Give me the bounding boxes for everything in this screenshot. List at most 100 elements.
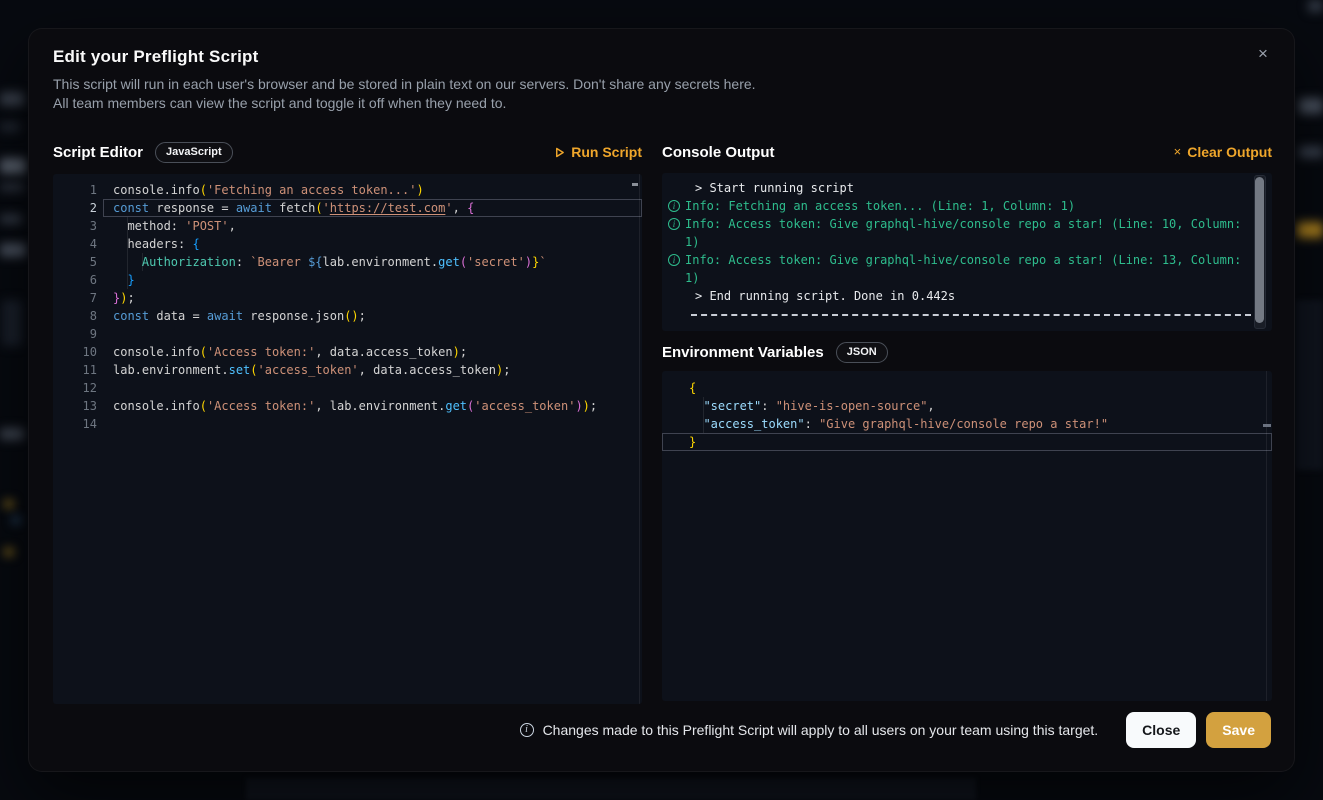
- code-token: "secret": [703, 399, 761, 413]
- code-token: Authorization: [142, 255, 236, 269]
- backdrop-fragment: [0, 428, 24, 440]
- line-number: 1: [53, 181, 97, 199]
- env-scrollbar-track[interactable]: [1266, 371, 1267, 701]
- save-button[interactable]: Save: [1206, 712, 1271, 748]
- code-token: ': [323, 201, 330, 215]
- code-token: (: [200, 345, 207, 359]
- info-circle-icon: i: [668, 200, 680, 212]
- clear-icon: ×: [1174, 144, 1182, 159]
- code-token: get: [438, 255, 460, 269]
- backdrop-fragment: [0, 182, 24, 192]
- info-circle-icon: i: [668, 251, 685, 266]
- code-token: {: [689, 381, 696, 395]
- line-number: 11: [53, 361, 97, 379]
- code-token: ,: [927, 399, 934, 413]
- code-token: , lab.environment.: [315, 399, 445, 413]
- indent-guide: [127, 217, 128, 289]
- code-token: ${: [308, 255, 322, 269]
- code-token: lab.environment.: [113, 363, 229, 377]
- code-line[interactable]: 1console.info('Fetching an access token.…: [53, 181, 642, 199]
- backdrop-fragment: [0, 214, 22, 224]
- code-line[interactable]: 2const response = await fetch('https://t…: [53, 199, 642, 217]
- code-token: ;: [127, 291, 134, 305]
- code-line[interactable]: 8const data = await response.json();: [53, 307, 642, 325]
- line-number: 3: [53, 217, 97, 235]
- code-token: set: [229, 363, 251, 377]
- script-code-editor[interactable]: 1console.info('Fetching an access token.…: [53, 174, 642, 704]
- code-token: ;: [460, 345, 467, 359]
- code-line[interactable]: 10console.info('Access token:', data.acc…: [53, 343, 642, 361]
- console-separator: [691, 314, 1251, 316]
- code-line[interactable]: 4 headers: {: [53, 235, 642, 253]
- info-circle-icon: i: [668, 197, 685, 212]
- code-line[interactable]: "secret": "hive-is-open-source",: [662, 397, 1272, 415]
- footer-notice: i Changes made to this Preflight Script …: [520, 722, 1099, 738]
- code-token: (: [250, 363, 257, 377]
- code-token: 'access_token': [474, 399, 575, 413]
- info-circle-icon: i: [668, 254, 680, 266]
- console-line-text: > Start running script: [695, 179, 1243, 197]
- console-line: > Start running script: [668, 179, 1272, 197]
- environment-variables-editor[interactable]: { "secret": "hive-is-open-source", "acce…: [662, 371, 1272, 701]
- code-token: :: [805, 417, 819, 431]
- code-token: , data.access_token: [359, 363, 496, 377]
- code-token: ): [525, 255, 532, 269]
- backdrop-fragment: [1299, 146, 1323, 158]
- backdrop-fragment: [2, 300, 22, 346]
- overview-ruler-mark: [632, 183, 638, 186]
- code-line[interactable]: 9: [53, 325, 642, 343]
- modal-close-icon[interactable]: ×: [1250, 41, 1276, 67]
- code-token: ;: [359, 309, 366, 323]
- code-token: ': [445, 201, 452, 215]
- code-token: https://test.com: [330, 201, 446, 215]
- code-token: , data.access_token: [315, 345, 452, 359]
- info-circle-icon: i: [668, 218, 680, 230]
- run-script-button[interactable]: Run Script: [554, 144, 642, 160]
- code-line[interactable]: 3 method: 'POST',: [53, 217, 642, 235]
- line-number: 12: [53, 379, 97, 397]
- code-line[interactable]: "access_token": "Give graphql-hive/conso…: [662, 415, 1272, 433]
- code-token: console.info: [113, 345, 200, 359]
- environment-variables-heading: Environment Variables: [662, 344, 824, 361]
- code-line[interactable]: 6 }: [53, 271, 642, 289]
- console-output-panel[interactable]: > Start running script i Info: Fetching an…: [662, 173, 1272, 331]
- line-number: 7: [53, 289, 97, 307]
- editor-scrollbar-track[interactable]: [639, 174, 640, 704]
- modal-footer: i Changes made to this Preflight Script …: [53, 711, 1271, 749]
- play-icon: [554, 147, 565, 158]
- code-token: ): [416, 183, 423, 197]
- indent-guide: [142, 253, 143, 271]
- line-number: 13: [53, 397, 97, 415]
- code-token: {: [467, 201, 474, 215]
- code-token: const: [113, 201, 149, 215]
- console-line-text: Info: Access token: Give graphql-hive/co…: [685, 251, 1247, 287]
- code-token: :: [761, 399, 775, 413]
- code-token: "access_token": [703, 417, 804, 431]
- console-line: > End running script. Done in 0.442s: [668, 287, 1272, 305]
- backdrop-fragment: [4, 500, 14, 508]
- line-number: 4: [53, 235, 97, 253]
- code-token: }: [689, 435, 696, 449]
- code-line[interactable]: 12: [53, 379, 642, 397]
- code-token: [689, 417, 703, 431]
- description-line-2: All team members can view the script and…: [53, 94, 756, 113]
- code-token: 'Fetching an access token...': [207, 183, 417, 197]
- clear-output-button[interactable]: × Clear Output: [1174, 144, 1272, 160]
- console-scrollbar-thumb[interactable]: [1255, 177, 1264, 323]
- code-line[interactable]: 13console.info('Access token:', lab.envi…: [53, 397, 642, 415]
- console-line-text: Info: Fetching an access token... (Line:…: [685, 197, 1247, 215]
- code-line[interactable]: }: [662, 433, 1272, 451]
- code-line[interactable]: {: [662, 379, 1272, 397]
- code-token: 'access_token': [258, 363, 359, 377]
- code-line[interactable]: 7});: [53, 289, 642, 307]
- code-token: "Give graphql-hive/console repo a star!": [819, 417, 1108, 431]
- code-token: method:: [113, 219, 185, 233]
- output-section: Console Output × Clear Output > Start ru…: [662, 139, 1272, 701]
- info-icon: i: [520, 723, 534, 737]
- code-line[interactable]: 11 lab.environment.set('access_token', da…: [53, 361, 642, 379]
- description-line-1: This script will run in each user's brow…: [53, 75, 756, 94]
- close-button[interactable]: Close: [1126, 712, 1196, 748]
- backdrop-fragment: [0, 243, 26, 257]
- code-token: ;: [503, 363, 510, 377]
- code-line[interactable]: 14: [53, 415, 642, 433]
